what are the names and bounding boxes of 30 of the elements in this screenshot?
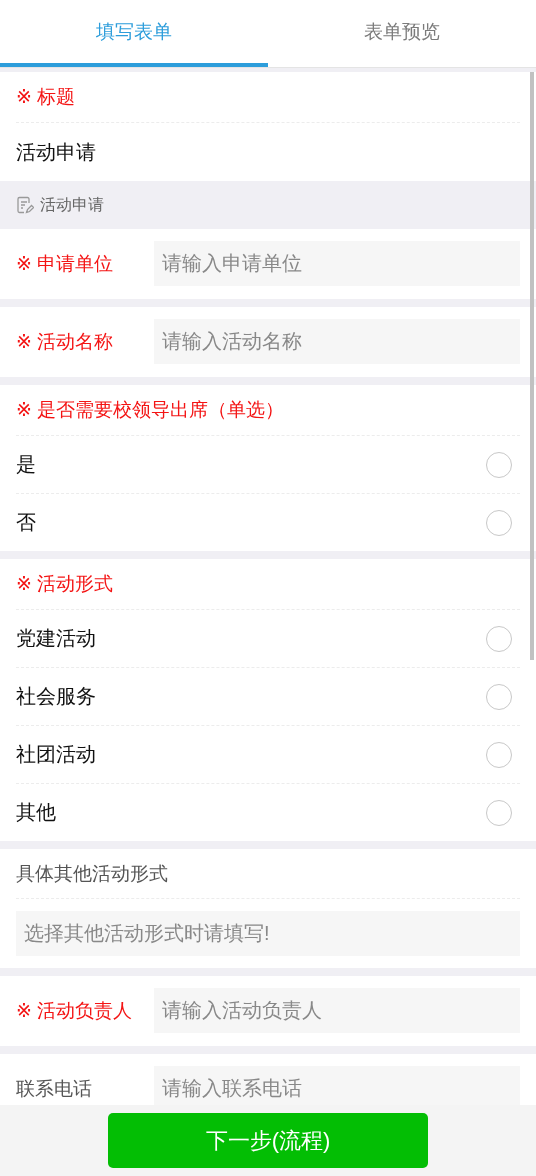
radio-button[interactable] — [486, 799, 512, 826]
option-label: 党建活动 — [16, 626, 96, 651]
radio-button[interactable] — [486, 509, 512, 536]
radio-button[interactable] — [486, 451, 512, 478]
input-field[interactable]: 选择其他活动形式时请填写! — [16, 911, 520, 956]
option-label: 社会服务 — [16, 684, 96, 709]
input-field[interactable]: 请输入申请单位 — [154, 241, 520, 286]
option-label: 否 — [16, 510, 36, 535]
option-label: 社团活动 — [16, 742, 96, 767]
option-label: 其他 — [16, 800, 56, 825]
field-label: ※ 标题 — [16, 85, 76, 109]
input-field[interactable]: 请输入联系电话 — [154, 1066, 520, 1105]
radio-button[interactable] — [486, 625, 512, 652]
input-field[interactable]: 请输入活动负责人 — [154, 988, 520, 1033]
field-label: 联系电话 — [16, 1077, 93, 1101]
option-label: 是 — [16, 452, 36, 477]
edit-form-icon — [16, 196, 34, 214]
field-label: ※ 活动负责人 — [16, 999, 134, 1023]
field-label: ※ 活动名称 — [16, 330, 115, 354]
field-label: ※ 申请单位 — [16, 252, 115, 276]
input-field[interactable]: 请输入活动名称 — [154, 319, 520, 364]
question-label: ※ 是否需要校领导出席（单选） — [16, 398, 285, 422]
field-label: 具体其他活动形式 — [16, 861, 168, 886]
section-title: 活动申请 — [40, 194, 104, 215]
title-value: 活动申请 — [16, 139, 96, 165]
question-label: ※ 活动形式 — [16, 572, 114, 596]
scrollbar[interactable] — [530, 72, 534, 660]
radio-button[interactable] — [486, 741, 512, 768]
radio-button[interactable] — [486, 683, 512, 710]
next-step-button[interactable]: 下一步(流程) — [108, 1113, 428, 1168]
